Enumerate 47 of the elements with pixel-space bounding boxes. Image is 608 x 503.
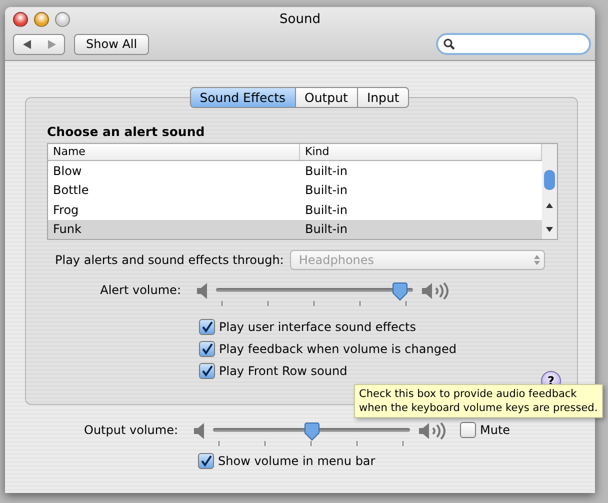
popup-label: Play alerts and sound effects through: bbox=[55, 253, 284, 267]
table-row[interactable]: Blow Built-in bbox=[48, 161, 542, 180]
slider-thumb[interactable] bbox=[304, 422, 320, 441]
tab[interactable]: Output bbox=[294, 87, 358, 108]
column-header[interactable]: Name bbox=[48, 144, 300, 160]
search-field[interactable] bbox=[436, 33, 591, 55]
zoom-button[interactable] bbox=[55, 12, 70, 26]
window-title: Sound bbox=[280, 12, 320, 26]
table-row[interactable]: Bottle Built-in bbox=[48, 180, 542, 200]
table-cell-text: Funk bbox=[52, 222, 82, 236]
show-all-button[interactable]: Show All bbox=[74, 34, 150, 54]
table-cell-text: Built-in bbox=[304, 164, 348, 178]
table-row[interactable]: Frog Built-in bbox=[48, 200, 542, 220]
checkbox[interactable] bbox=[460, 422, 476, 438]
slider-label: Output volume: bbox=[83, 422, 178, 438]
checkbox[interactable] bbox=[198, 453, 214, 469]
back-forward-control[interactable] bbox=[13, 34, 65, 54]
table-row[interactable]: Funk Built-in bbox=[48, 220, 542, 239]
table-cell-text: Bottle bbox=[52, 183, 90, 198]
checkbox[interactable] bbox=[199, 319, 215, 335]
table-cell-text: Frog bbox=[52, 202, 80, 217]
table-cell-text: Blow bbox=[52, 164, 83, 178]
minimize-button[interactable] bbox=[34, 12, 49, 26]
checkbox-label: Play feedback when volume is changed bbox=[219, 342, 456, 356]
table-cell-text: Built-in bbox=[304, 222, 348, 236]
checkbox[interactable] bbox=[199, 341, 215, 357]
tooltip: Check this box to provide audio feedback when the keyboard volume keys are pressed. bbox=[354, 384, 603, 418]
back-icon[interactable] bbox=[22, 40, 30, 48]
table-cell-text: Built-in bbox=[304, 183, 348, 198]
section-heading: Choose an alert sound bbox=[47, 124, 206, 139]
checkbox-label: Play user interface sound effects bbox=[219, 320, 416, 334]
table-cell-text: Built-in bbox=[304, 202, 348, 217]
close-button[interactable] bbox=[13, 12, 28, 26]
checkbox-label: Mute bbox=[480, 423, 510, 437]
slider[interactable] bbox=[213, 422, 410, 441]
search-icon bbox=[443, 38, 455, 50]
slider-label: Alert volume: bbox=[99, 282, 181, 298]
checkbox-label: Show volume in menu bar bbox=[218, 454, 376, 468]
speaker-loud-icon bbox=[421, 282, 451, 300]
slider-thumb[interactable] bbox=[392, 282, 408, 301]
checkbox[interactable] bbox=[199, 363, 215, 379]
checkbox-label: Play Front Row sound bbox=[219, 364, 348, 378]
slider[interactable] bbox=[216, 282, 413, 301]
tab[interactable]: Input bbox=[356, 87, 410, 108]
forward-icon[interactable] bbox=[48, 40, 56, 48]
tab[interactable]: Sound Effects bbox=[190, 87, 296, 108]
speaker-loud-icon bbox=[418, 422, 448, 440]
